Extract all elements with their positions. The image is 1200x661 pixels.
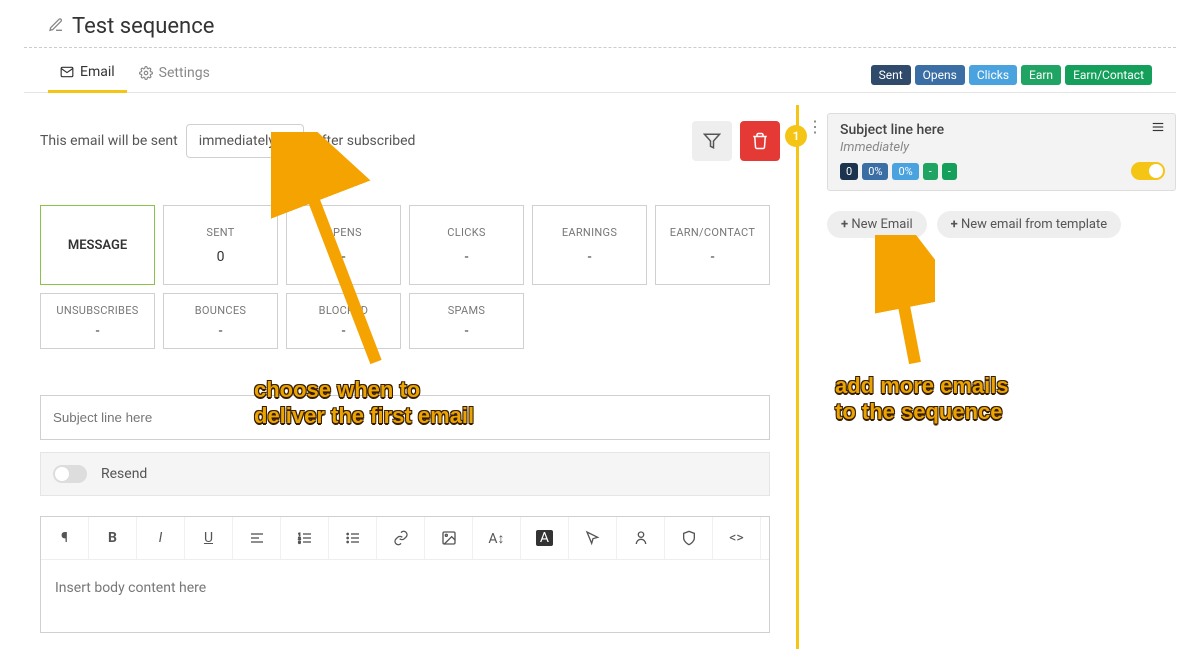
annotation-2: add more emails to the sequence xyxy=(835,373,1009,426)
editor-body[interactable]: Insert body content here xyxy=(41,560,769,632)
card-chip-sent: 0 xyxy=(840,163,858,180)
schedule-trail: after subscribed xyxy=(314,133,415,149)
toolbar-user-icon[interactable] xyxy=(617,517,665,559)
stat-unsubscribes: UNSUBSCRIBES- xyxy=(40,293,155,349)
toolbar-link-icon[interactable] xyxy=(377,517,425,559)
card-active-toggle[interactable] xyxy=(1131,162,1165,180)
toolbar-image-icon[interactable] xyxy=(425,517,473,559)
sequence-step-card[interactable]: Subject line here Immediately 0 0% 0% - … xyxy=(827,113,1176,191)
pill-earn-contact[interactable]: Earn/Contact xyxy=(1065,65,1152,85)
toolbar-align-icon[interactable] xyxy=(233,517,281,559)
pill-clicks[interactable]: Clicks xyxy=(969,65,1017,85)
stat-message-label: MESSAGE xyxy=(68,238,127,253)
new-email-template-button[interactable]: + New email from template xyxy=(937,211,1121,238)
schedule-select-value: immediately xyxy=(199,133,275,149)
stat-opens: OPENS- xyxy=(286,205,401,285)
tab-settings[interactable]: Settings xyxy=(127,59,222,91)
stat-bounces: BOUNCES- xyxy=(163,293,278,349)
page-title: Test sequence xyxy=(72,14,214,39)
tab-email-label: Email xyxy=(80,64,115,80)
schedule-select[interactable]: immediately xyxy=(186,124,304,158)
filter-button[interactable] xyxy=(692,121,732,161)
stat-sent: SENT0 xyxy=(163,205,278,285)
toolbar-bold-icon[interactable]: B xyxy=(89,517,137,559)
tab-settings-label: Settings xyxy=(159,65,210,81)
resend-row: Resend xyxy=(40,452,770,496)
new-email-label: New Email xyxy=(851,217,912,232)
stat-earnings: EARNINGS- xyxy=(532,205,647,285)
card-subject: Subject line here xyxy=(840,122,1163,138)
card-chip-opens: 0% xyxy=(862,163,888,180)
schedule-lead: This email will be sent xyxy=(40,133,178,149)
step-badge: 1 xyxy=(785,125,807,147)
pill-opens[interactable]: Opens xyxy=(915,65,965,85)
stat-clicks: CLICKS- xyxy=(409,205,524,285)
svg-text:3: 3 xyxy=(298,539,300,544)
resend-label: Resend xyxy=(101,466,147,482)
pill-earn[interactable]: Earn xyxy=(1021,65,1061,85)
toolbar-shield-icon[interactable] xyxy=(665,517,713,559)
toolbar-paragraph-icon[interactable]: ¶ xyxy=(41,517,89,559)
card-menu-icon[interactable] xyxy=(1149,120,1167,138)
resend-toggle[interactable] xyxy=(53,465,87,483)
toolbar-fontsize-icon[interactable]: A↕ xyxy=(473,517,521,559)
stat-spams: SPAMS- xyxy=(409,293,524,349)
pencil-icon[interactable] xyxy=(48,17,64,37)
pill-sent[interactable]: Sent xyxy=(871,65,911,85)
subject-input[interactable] xyxy=(40,395,770,440)
toolbar-ul-icon[interactable] xyxy=(329,517,377,559)
new-email-template-label: New email from template xyxy=(961,217,1107,232)
card-chip-earn: - xyxy=(923,163,938,180)
toolbar-ol-icon[interactable]: 123 xyxy=(281,517,329,559)
toolbar-underline-icon[interactable]: U xyxy=(185,517,233,559)
delete-button[interactable] xyxy=(740,121,780,161)
stat-earn-contact: EARN/CONTACT- xyxy=(655,205,770,285)
stat-message: MESSAGE xyxy=(40,205,155,285)
chevron-down-icon xyxy=(287,139,295,144)
card-when: Immediately xyxy=(840,140,1163,155)
toolbar-code-icon[interactable]: <> xyxy=(713,517,761,559)
toolbar-cursor-icon[interactable] xyxy=(569,517,617,559)
tab-email[interactable]: Email xyxy=(48,58,127,93)
card-chip-ec: - xyxy=(942,163,957,180)
stat-blocked: BLOCKED- xyxy=(286,293,401,349)
toolbar-textcolor-icon[interactable]: A xyxy=(521,517,569,559)
toolbar-italic-icon[interactable]: I xyxy=(137,517,185,559)
new-email-button[interactable]: + New Email xyxy=(827,211,927,238)
card-chip-clicks: 0% xyxy=(892,163,918,180)
